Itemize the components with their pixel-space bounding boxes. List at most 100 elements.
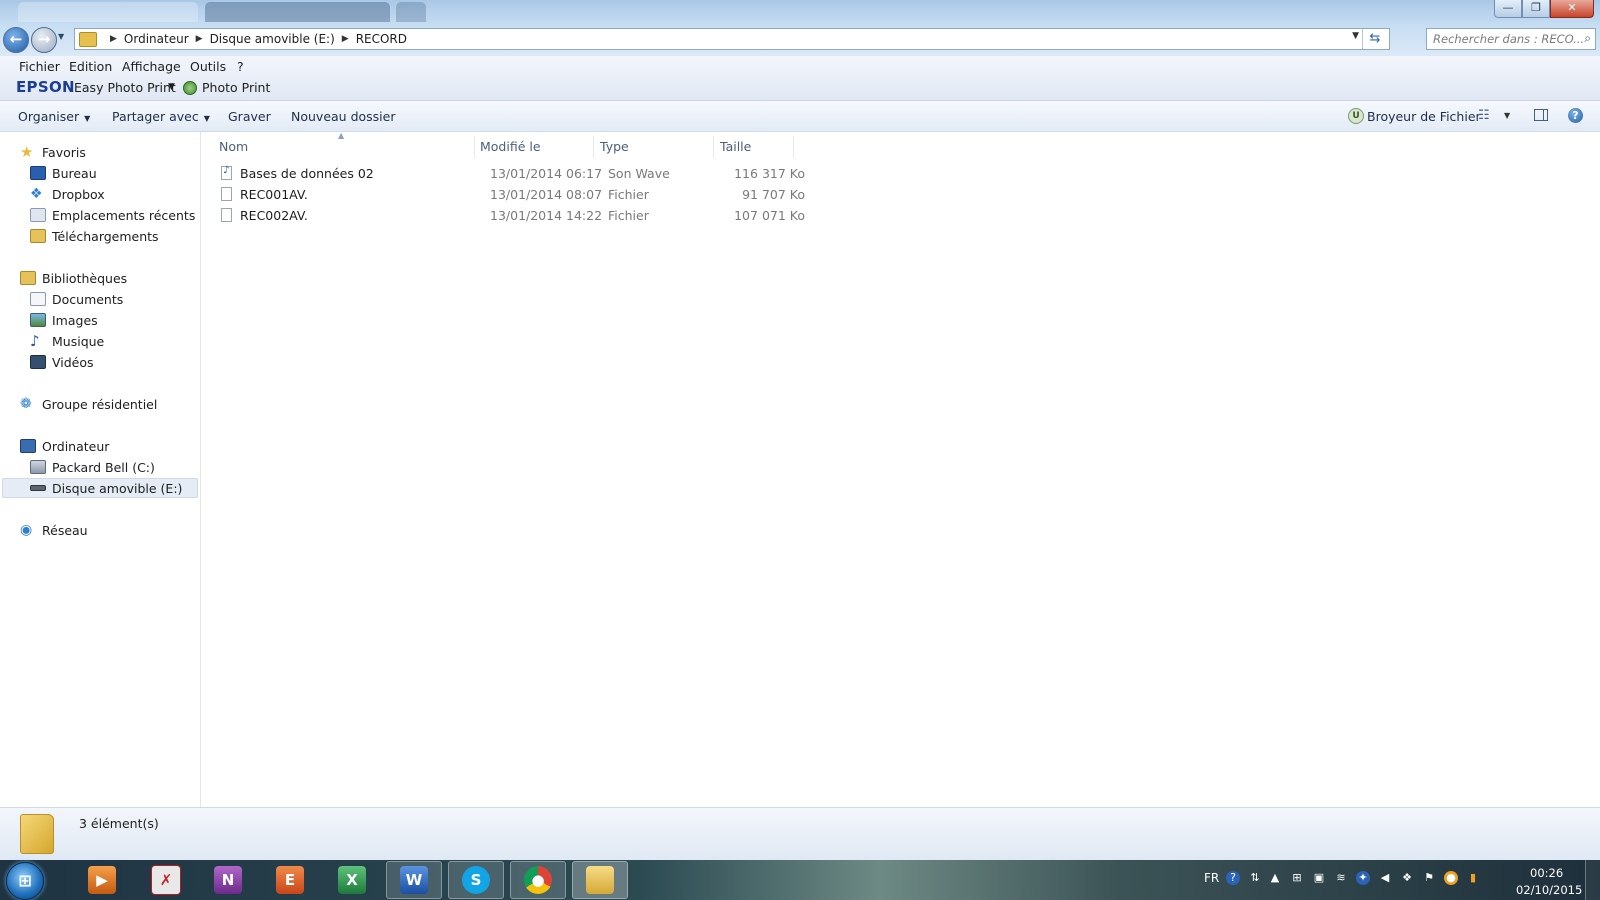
- nav-label: Favoris: [42, 144, 86, 160]
- column-header-name[interactable]: Nom: [219, 139, 248, 154]
- show-desktop-button[interactable]: [1585, 860, 1600, 900]
- menu-edition[interactable]: Edition: [69, 59, 112, 74]
- network-icon: ◉: [20, 522, 33, 538]
- address-bar[interactable]: ▶ Ordinateur ▶ Disque amovible (E:) ▶ RE…: [74, 28, 1390, 50]
- downloads-folder-icon: [30, 229, 46, 243]
- volume-icon[interactable]: ◀: [1378, 871, 1392, 885]
- shredder-icon: U: [1348, 108, 1364, 124]
- back-button[interactable]: ←: [3, 27, 29, 53]
- column-divider[interactable]: [593, 136, 594, 158]
- images-icon: [30, 313, 46, 327]
- network-icon[interactable]: ≋: [1334, 871, 1348, 885]
- forward-button[interactable]: →: [31, 27, 57, 53]
- broyeur-button[interactable]: Broyeur de Fichier: [1367, 109, 1481, 124]
- language-indicator[interactable]: FR: [1204, 871, 1219, 885]
- help-icon[interactable]: ?: [1568, 108, 1583, 123]
- close-button[interactable]: ✕: [1550, 0, 1594, 18]
- maximize-button[interactable]: ❐: [1522, 0, 1550, 18]
- search-icon[interactable]: ⌕: [1584, 31, 1591, 46]
- taskbar-word[interactable]: W: [386, 861, 442, 899]
- nav-bibliotheques[interactable]: Bibliothèques: [20, 268, 127, 288]
- nav-drive-e[interactable]: Disque amovible (E:): [2, 478, 198, 498]
- network-activity-icon[interactable]: ⇅: [1248, 871, 1262, 885]
- column-header-size[interactable]: Taille: [720, 139, 751, 154]
- dropbox-tray-icon[interactable]: ❖: [1400, 871, 1414, 885]
- file-row[interactable]: REC002AV. 13/01/2014 14:22 Fichier 107 0…: [219, 206, 994, 226]
- background-window-tab[interactable]: [396, 2, 426, 22]
- windows-flag-icon[interactable]: ⊞: [1290, 871, 1304, 885]
- taskbar-onenote[interactable]: N: [200, 861, 256, 899]
- breadcrumb-record[interactable]: RECORD: [356, 32, 407, 46]
- minimize-button[interactable]: —: [1494, 0, 1522, 18]
- nav-musique[interactable]: ♪ Musique: [30, 331, 104, 351]
- column-divider[interactable]: [793, 136, 794, 158]
- taskbar-app-orange[interactable]: E: [262, 861, 318, 899]
- details-pane: 3 élément(s): [0, 807, 1600, 861]
- breadcrumb-chevron-icon[interactable]: ▶: [110, 34, 117, 44]
- nav-documents[interactable]: Documents: [30, 289, 123, 309]
- easy-photo-print-button[interactable]: Easy Photo Print: [74, 80, 176, 95]
- column-divider[interactable]: [713, 136, 714, 158]
- preview-pane-icon[interactable]: [1534, 109, 1548, 121]
- nav-label: Dropbox: [52, 186, 105, 202]
- recent-pages-dropdown[interactable]: ▼: [58, 32, 64, 41]
- nav-reseau[interactable]: ◉ Réseau: [20, 520, 88, 540]
- help-icon[interactable]: ?: [1226, 871, 1240, 885]
- breadcrumb-chevron-icon[interactable]: ▶: [342, 34, 349, 44]
- menu-affichage[interactable]: Affichage: [122, 59, 181, 74]
- nav-telechargements[interactable]: Téléchargements: [30, 226, 159, 246]
- nav-dropbox[interactable]: ❖ Dropbox: [30, 184, 105, 204]
- taskbar-chrome[interactable]: ●: [510, 861, 566, 899]
- nav-groupe-residentiel[interactable]: ❁ Groupe résidentiel: [20, 394, 157, 414]
- search-input[interactable]: Rechercher dans : RECO... ⌕: [1426, 28, 1596, 50]
- background-window-tab[interactable]: [205, 2, 390, 22]
- file-type: Son Wave: [608, 166, 670, 181]
- taskbar-skype[interactable]: S: [448, 861, 504, 899]
- view-options-icon[interactable]: ☷: [1478, 108, 1490, 123]
- column-header-type[interactable]: Type: [600, 139, 629, 154]
- partager-button[interactable]: Partager avec ▼: [112, 109, 210, 124]
- taskbar-excel[interactable]: X: [324, 861, 380, 899]
- address-history-dropdown[interactable]: ▼: [1352, 31, 1359, 41]
- taskbar-media-player[interactable]: ▶: [74, 861, 130, 899]
- chevron-down-icon[interactable]: ▼: [1504, 111, 1510, 120]
- column-divider[interactable]: [474, 136, 475, 158]
- nav-drive-c[interactable]: Packard Bell (C:): [30, 457, 155, 477]
- menu-outils[interactable]: Outils: [190, 59, 226, 74]
- taskbar-explorer[interactable]: [572, 861, 628, 899]
- nav-ordinateur[interactable]: Ordinateur: [20, 436, 109, 456]
- refresh-icon[interactable]: ⇆: [1362, 29, 1387, 49]
- action-center-icon[interactable]: ⚑: [1422, 871, 1436, 885]
- nav-recents[interactable]: Emplacements récents: [30, 205, 195, 225]
- graver-button[interactable]: Graver: [228, 109, 271, 124]
- red-app-icon: ✗: [151, 865, 181, 895]
- organiser-button[interactable]: Organiser ▼: [18, 109, 90, 124]
- file-row[interactable]: REC001AV. 13/01/2014 08:07 Fichier 91 70…: [219, 185, 994, 205]
- start-button[interactable]: ⊞: [6, 862, 44, 900]
- photo-print-button[interactable]: Photo Print: [202, 80, 270, 95]
- menu-help[interactable]: ?: [237, 59, 244, 74]
- clock-time[interactable]: 00:26: [1530, 866, 1563, 880]
- nav-favoris[interactable]: ★ Favoris: [20, 142, 86, 162]
- update-icon[interactable]: ●: [1444, 871, 1458, 885]
- show-hidden-icons-icon[interactable]: ▲: [1268, 871, 1282, 885]
- breadcrumb-chevron-icon[interactable]: ▶: [196, 34, 203, 44]
- nav-bureau[interactable]: Bureau: [30, 163, 97, 183]
- nav-images[interactable]: Images: [30, 310, 98, 330]
- background-window-tab[interactable]: [18, 2, 198, 22]
- chevron-down-icon[interactable]: ▼: [168, 82, 175, 92]
- new-folder-button[interactable]: Nouveau dossier: [291, 109, 395, 124]
- title-bar: — ❐ ✕: [0, 0, 1600, 24]
- column-header-modified[interactable]: Modifié le: [480, 139, 541, 154]
- breadcrumb-disque-amovible[interactable]: Disque amovible (E:): [210, 32, 335, 46]
- breadcrumb-ordinateur[interactable]: Ordinateur: [124, 32, 189, 46]
- clipboard-icon[interactable]: ▣: [1312, 871, 1326, 885]
- bluetooth-icon[interactable]: ✦: [1356, 871, 1370, 885]
- onenote-icon: N: [214, 866, 242, 894]
- taskbar-app-red[interactable]: ✗: [138, 861, 194, 899]
- menu-fichier[interactable]: Fichier: [19, 59, 60, 74]
- nav-videos[interactable]: Vidéos: [30, 352, 94, 372]
- power-icon[interactable]: ▮: [1466, 871, 1480, 885]
- clock-date[interactable]: 02/10/2015: [1516, 883, 1582, 897]
- file-row[interactable]: Bases de données 02 13/01/2014 06:17 Son…: [219, 164, 994, 184]
